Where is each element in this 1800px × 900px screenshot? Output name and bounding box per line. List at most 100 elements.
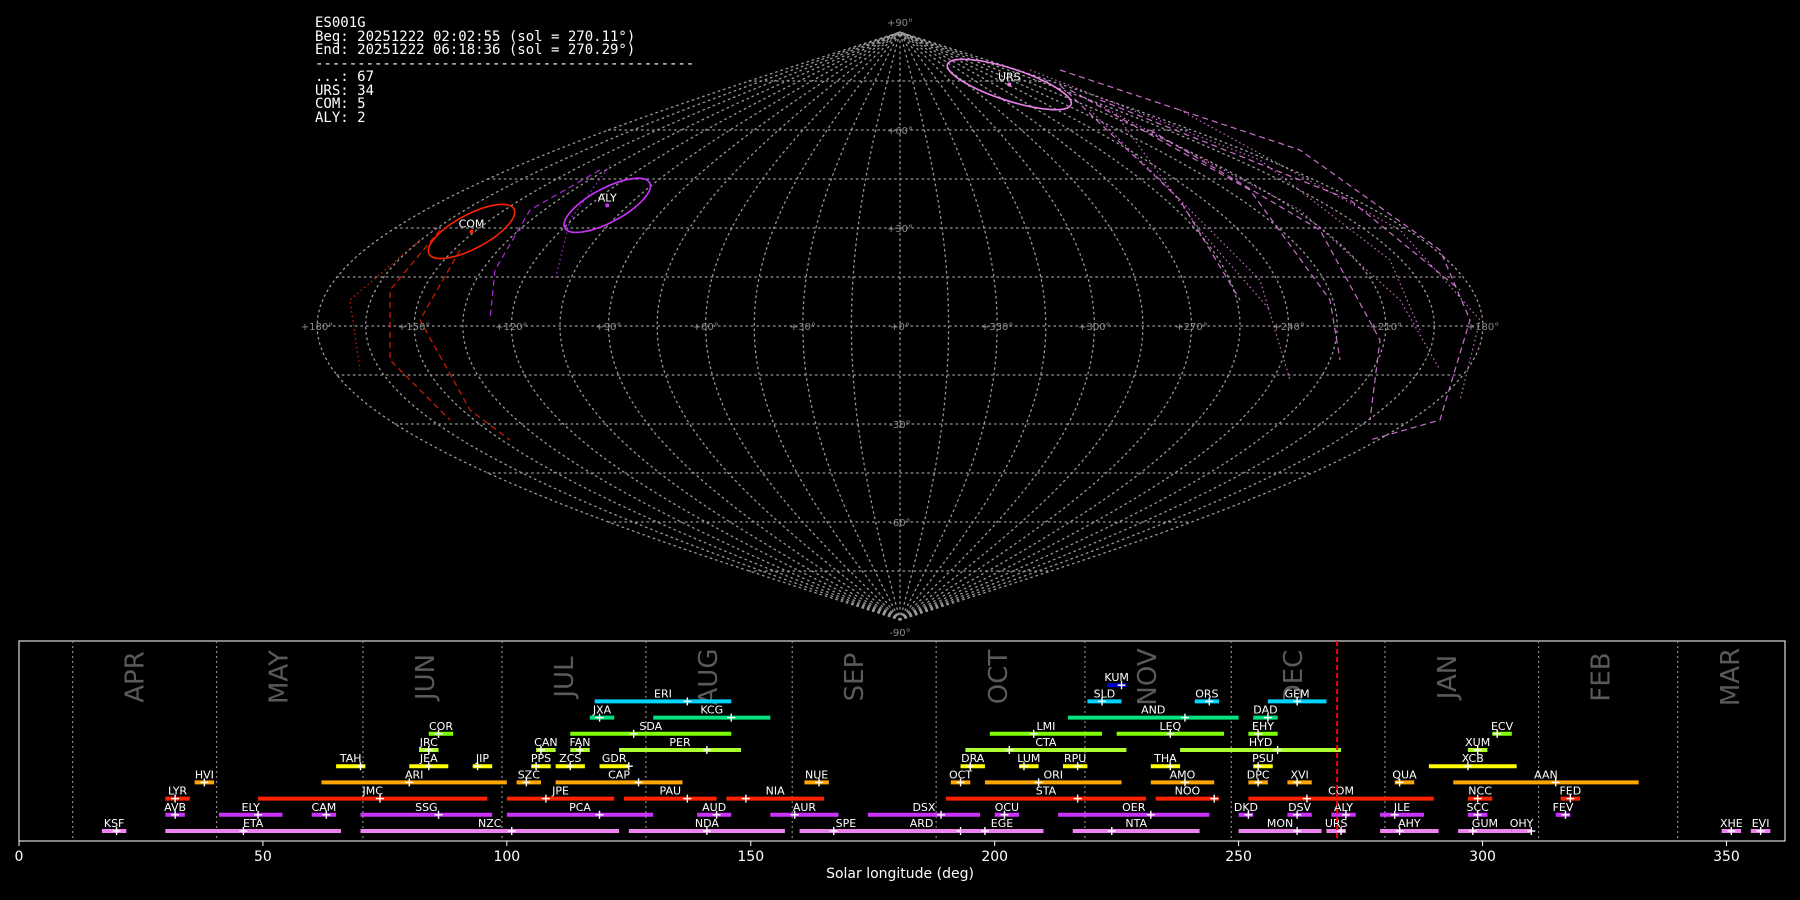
radiant-label: COM [459, 217, 485, 230]
month-label: APR [121, 651, 151, 703]
month-label: SEP [840, 653, 870, 702]
shower-code: GDR [602, 752, 627, 765]
meteor-arc [1119, 119, 1271, 311]
shower-code: ARI [405, 768, 423, 781]
x-tick-label: 250 [1225, 849, 1252, 865]
shower-code: COR [429, 720, 453, 733]
shower-code: AHY [1398, 817, 1421, 830]
shower-code: AUR [793, 801, 817, 814]
lon-label: +180° [1467, 322, 1499, 333]
shower-code: DSX [912, 801, 935, 814]
x-tick-label: 200 [981, 849, 1008, 865]
shower-code: LYR [168, 785, 187, 798]
shower-code: FEV [1553, 801, 1574, 814]
shower-code: KSF [104, 817, 125, 830]
meteor-arc [349, 239, 421, 371]
month-label: AUG [694, 649, 724, 706]
lon-label: +300° [1078, 322, 1110, 333]
shower-code: SPE [836, 817, 857, 830]
shower-code: HVI [195, 768, 214, 781]
shower-code: PPS [531, 752, 551, 765]
lat-label: -30° [889, 420, 910, 431]
lon-label: +60° [693, 322, 719, 333]
lon-label: +180° [301, 322, 333, 333]
meteor-arc [489, 169, 601, 321]
shower-code: NTA [1125, 817, 1147, 830]
month-label: FEB [1587, 652, 1617, 701]
shower-timeline: APR MAY JUN JUL AUG SEP OCT NOV DEC JAN FEB MARKSF E… [15, 640, 1786, 865]
shower-code: AUD [702, 801, 726, 814]
shower-code: NUE [805, 768, 828, 781]
shower-code: LMI [1036, 720, 1055, 733]
shower-code: TAH [339, 752, 362, 765]
shower-code: FAN [569, 736, 590, 749]
shower-code: JRC [419, 736, 438, 749]
x-tick-label: 100 [493, 849, 520, 865]
shower-code: NCC [1468, 785, 1492, 798]
shower-code: PCA [569, 801, 591, 814]
shower-code: LEQ [1159, 720, 1181, 733]
shower-code: SCC [1466, 801, 1489, 814]
shower-code: XVI [1290, 768, 1308, 781]
shower-code: CAP [608, 768, 630, 781]
shower-code: ECV [1491, 720, 1514, 733]
shower-code: SLD [1094, 687, 1116, 700]
lat-label: +60° [887, 126, 913, 137]
shower-code: STA [1036, 785, 1057, 798]
meteor-arcs [349, 69, 1481, 441]
shower-code: CAM [312, 801, 337, 814]
lat-label: +30° [887, 224, 913, 235]
month-label: MAR [1716, 648, 1746, 706]
month-label: JUN [411, 654, 441, 702]
x-tick-label: 300 [1469, 849, 1496, 865]
shower-code: DAD [1253, 704, 1277, 717]
shower-code: EHY [1252, 720, 1274, 733]
count-com: COM: 5 [315, 96, 366, 112]
lon-label: +30° [790, 322, 816, 333]
radiant-label: URS [998, 70, 1021, 83]
shower-code: GEM [1285, 687, 1310, 700]
lon-label: +270° [1175, 322, 1207, 333]
lon-label: +240° [1272, 322, 1304, 333]
shower-code: DSV [1288, 801, 1311, 814]
x-tick-label: 350 [1713, 849, 1740, 865]
shower-code: CAN [534, 736, 557, 749]
lat-label: +90° [887, 18, 913, 29]
shower-code: XHE [1720, 817, 1743, 830]
meteor-arc [1059, 69, 1471, 441]
shower-code: PAU [660, 785, 682, 798]
meteor-arc [554, 164, 611, 281]
month-label: JUL [550, 656, 580, 700]
shower-code: DPC [1247, 768, 1270, 781]
shower-code: ELY [242, 801, 261, 814]
meteor-arc [1099, 99, 1461, 291]
x-axis-title: Solar longitude (deg) [826, 866, 974, 882]
shower-code: GUM [1472, 817, 1498, 830]
lon-label: +0° [890, 322, 910, 333]
shower-code: ZCS [559, 752, 581, 765]
shower-code: ORI [1043, 768, 1063, 781]
shower-code: DKD [1234, 801, 1258, 814]
shower-code: KCG [700, 704, 723, 717]
shower-code: DRA [961, 752, 985, 765]
shower-code: FED [1559, 785, 1581, 798]
shower-code: ORS [1195, 687, 1218, 700]
shower-code: JEA [419, 752, 438, 765]
lon-label: +150° [398, 322, 430, 333]
shower-code: LUM [1017, 752, 1040, 765]
shower-code: KUM [1104, 671, 1128, 684]
shower-code: COM [1328, 785, 1354, 798]
meteor-arc [1059, 84, 1241, 301]
shower-code: JMC [361, 785, 383, 798]
month-label: JAN [1433, 655, 1463, 701]
lon-label: +120° [495, 322, 527, 333]
shower-code: OHY [1510, 817, 1534, 830]
shower-code: EVI [1752, 817, 1770, 830]
meteor-arc [1029, 69, 1421, 331]
shower-code: NIA [766, 785, 785, 798]
shower-code: XCB [1462, 752, 1484, 765]
shower-code: SDA [639, 720, 662, 733]
shower-code: SSG [415, 801, 438, 814]
shower-code: AVB [164, 801, 186, 814]
shower-code: NZC [478, 817, 502, 830]
